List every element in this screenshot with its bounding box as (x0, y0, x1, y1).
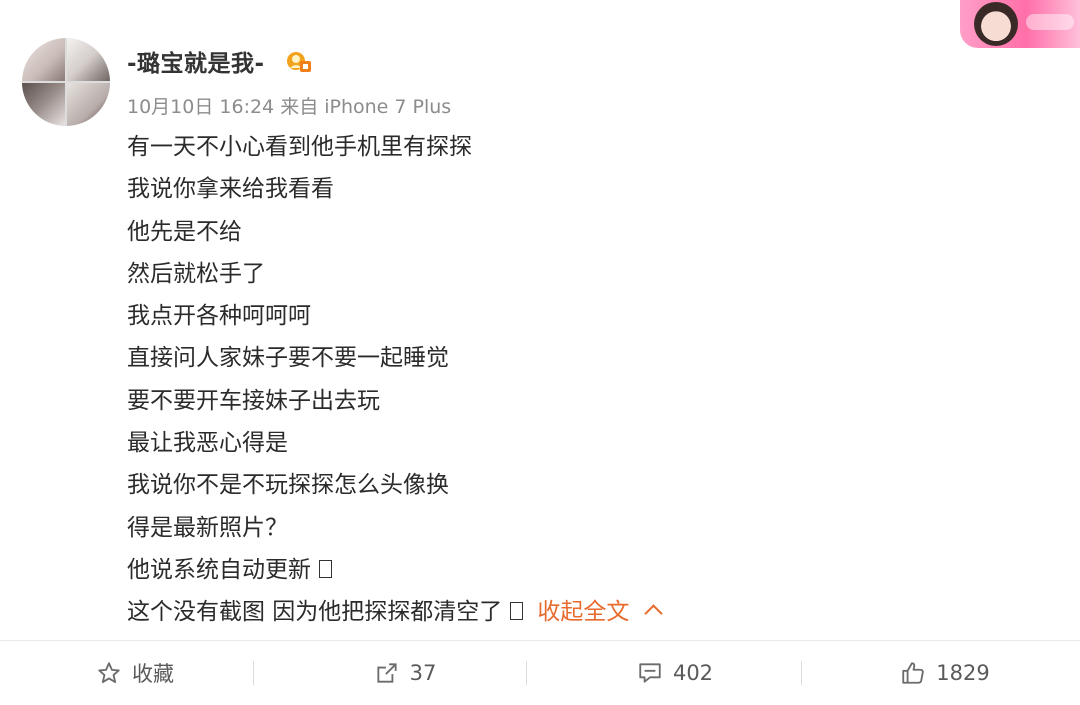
action-separator (253, 661, 254, 685)
post-line: 直接问人家妹子要不要一起睡觉 (127, 345, 449, 372)
comment-icon (639, 663, 661, 683)
avatar-tile (22, 38, 65, 81)
post-line: 他先是不给 (127, 218, 242, 245)
missing-emoji-icon (319, 559, 332, 578)
corner-face (974, 2, 1018, 46)
action-bar: 收藏 37 402 1829 (0, 641, 1080, 705)
favorite-button[interactable]: 收藏 (0, 641, 270, 705)
post-line-with-collapse: 这个没有截图 因为他把探探都清空了 收起全文 (127, 591, 1027, 633)
post-line: 最让我恶心得是 (127, 430, 288, 457)
avatar-tile (67, 83, 110, 126)
post-line: 要不要开车接妹子出去玩 (127, 387, 380, 414)
post-line-text: 这个没有截图 因为他把探探都清空了 (127, 599, 503, 626)
avatar-tile (22, 83, 65, 126)
repost-count: 37 (409, 661, 437, 685)
post-content: 有一天不小心看到他手机里有探探 我说你拿来给我看看 他先是不给 然后就松手了 我… (127, 126, 1027, 634)
avatar[interactable] (22, 38, 110, 126)
missing-emoji-icon (510, 602, 524, 621)
star-icon (98, 662, 120, 684)
post-line-text: 他说系统自动更新 (127, 556, 311, 583)
like-count: 1829 (936, 661, 990, 685)
like-button[interactable]: 1829 (810, 641, 1080, 705)
post-line: 我点开各种呵呵呵 (127, 303, 311, 330)
post-meta: 10月10日 16:24 来自 iPhone 7 Plus (127, 96, 452, 118)
action-separator (801, 661, 802, 685)
repost-button[interactable]: 37 (270, 641, 540, 705)
post-line: 我说你拿来给我看看 (127, 176, 334, 203)
post-line-with-glyph: 他说系统自动更新 (127, 549, 1027, 591)
post-line: 得是最新照片？ (127, 514, 288, 541)
username[interactable]: -璐宝就是我- (127, 44, 265, 78)
corner-profile-image (960, 0, 1080, 48)
thumb-up-icon (902, 662, 925, 684)
avatar-tile (67, 38, 110, 81)
comment-count: 402 (672, 661, 714, 685)
chevron-up-icon[interactable] (644, 604, 664, 623)
share-icon (377, 663, 397, 683)
comment-button[interactable]: 402 (540, 641, 810, 705)
corner-stripe (1026, 14, 1074, 30)
post-line: 我说你不是不玩探探怎么头像换 (127, 472, 449, 499)
user-badge-icon (287, 52, 311, 72)
favorite-label: 收藏 (132, 662, 174, 686)
post-line: 然后就松手了 (127, 260, 265, 287)
collapse-text-link[interactable]: 收起全文 (537, 599, 629, 625)
action-separator (526, 661, 527, 685)
post-line: 有一天不小心看到他手机里有探探 (127, 134, 472, 160)
